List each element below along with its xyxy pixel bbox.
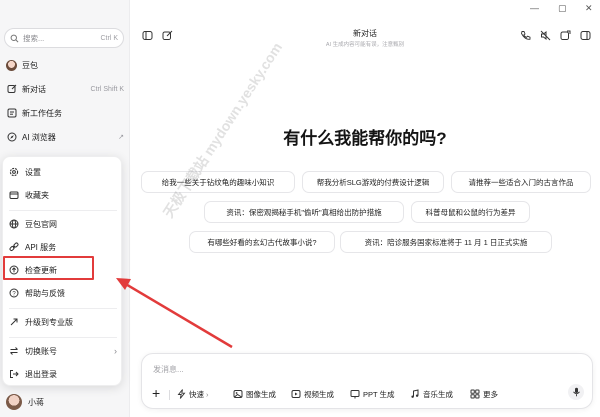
suggestion-chip[interactable]: 科普母鼠和公鼠的行为差异 xyxy=(411,201,530,223)
tool-music-gen[interactable]: 音乐生成 xyxy=(410,387,453,401)
menu-item-label: API 服务 xyxy=(25,242,57,252)
search-shortcut: Ctrl K xyxy=(100,34,119,42)
microphone-button[interactable] xyxy=(568,384,584,400)
menu-item-upgrade[interactable]: 升级到专业版 xyxy=(9,312,117,332)
message-composer: 发消息... + 快速 › 图像生成 视频生成 PPT 生成 音乐生成 更多 xyxy=(141,353,593,409)
menu-divider xyxy=(9,308,117,309)
user-name: 小蒋 xyxy=(28,397,44,407)
suggestion-chip[interactable]: 有哪些好看的玄幻古代故事小说? xyxy=(189,231,335,253)
globe-icon xyxy=(9,219,19,229)
user-avatar xyxy=(6,394,22,410)
close-button[interactable]: ✕ xyxy=(585,3,593,14)
sidebar-item-label: 豆包 xyxy=(22,60,38,70)
tool-image-gen[interactable]: 图像生成 xyxy=(233,387,276,401)
header: — ▢ ✕ 新对话 AI 生成内容可能有误，注意甄别 xyxy=(130,0,600,48)
image-icon xyxy=(233,389,243,399)
tool-label: 视频生成 xyxy=(304,389,334,399)
menu-item-switch-account[interactable]: 切换账号 › xyxy=(9,341,117,361)
chevron-right-icon: › xyxy=(206,389,209,399)
tool-label: 图像生成 xyxy=(246,389,276,399)
tool-ppt-gen[interactable]: PPT 生成 xyxy=(350,387,395,401)
help-icon: ? xyxy=(9,288,19,298)
tool-label: 更多 xyxy=(483,389,498,399)
maximize-button[interactable]: ▢ xyxy=(558,3,567,14)
video-icon xyxy=(291,389,301,399)
menu-item-label: 退出登录 xyxy=(25,369,57,379)
favorites-icon xyxy=(9,190,19,200)
sidebar-item-new-chat[interactable]: 新对话 Ctrl Shift K xyxy=(6,80,124,98)
menu-item-label: 帮助与反馈 xyxy=(25,288,65,298)
tool-label: 音乐生成 xyxy=(423,389,453,399)
gear-icon xyxy=(9,167,19,177)
tool-label: PPT 生成 xyxy=(363,389,395,399)
toolbar-divider xyxy=(169,390,170,400)
music-icon xyxy=(410,389,420,399)
tool-label: 快速 xyxy=(189,389,204,399)
menu-item-label: 设置 xyxy=(25,167,41,177)
menu-item-website[interactable]: 豆包官网 xyxy=(9,214,117,234)
suggestion-chip[interactable]: 资讯：陪诊服务国家标准将于 11 月 1 日正式实施 xyxy=(340,231,552,253)
upgrade-icon xyxy=(9,317,19,327)
ppt-icon xyxy=(350,389,360,399)
search-placeholder: 搜索... xyxy=(23,33,45,43)
sidebar-item-label: AI 浏览器 xyxy=(22,132,56,142)
switch-icon xyxy=(9,346,19,356)
window-icon[interactable] xyxy=(580,30,591,41)
menu-item-label: 豆包官网 xyxy=(25,219,57,229)
grid-icon xyxy=(470,389,480,399)
tool-fast-mode[interactable]: 快速 › xyxy=(176,387,209,401)
search-input[interactable]: 搜索... Ctrl K xyxy=(4,28,124,48)
welcome-heading: 有什么我能帮你的吗? xyxy=(283,129,447,148)
new-window-icon[interactable] xyxy=(560,30,571,41)
minimize-button[interactable]: — xyxy=(530,3,539,13)
menu-item-api[interactable]: API 服务 xyxy=(9,237,117,257)
sidebar-item-label: 新工作任务 xyxy=(22,108,62,118)
tool-more[interactable]: 更多 xyxy=(470,387,498,401)
suggestion-chip[interactable]: 帮我分析SLG游戏的付费设计逻辑 xyxy=(302,171,444,193)
menu-item-favorites[interactable]: 收藏夹 xyxy=(9,185,117,205)
menu-divider xyxy=(9,337,117,338)
new-chat-icon xyxy=(6,84,17,95)
plus-icon[interactable]: + xyxy=(152,385,160,401)
sidebar-item-ai-browser[interactable]: AI 浏览器 ↗ xyxy=(6,128,124,146)
sidebar-item-doubao[interactable]: 豆包 xyxy=(6,56,124,74)
menu-item-help[interactable]: ? 帮助与反馈 xyxy=(9,283,117,303)
tool-video-gen[interactable]: 视频生成 xyxy=(291,387,334,401)
menu-item-label: 切换账号 xyxy=(25,346,57,356)
menu-item-label: 收藏夹 xyxy=(25,190,49,200)
new-chat-shortcut: Ctrl Shift K xyxy=(90,85,124,93)
phone-icon[interactable] xyxy=(520,30,531,41)
highlight-box xyxy=(3,256,94,280)
menu-divider xyxy=(9,210,117,211)
suggestion-chip[interactable]: 资讯：保密观揭秘手机"偷听"真相给出防护措施 xyxy=(204,201,404,223)
menu-item-settings[interactable]: 设置 xyxy=(9,162,117,182)
suggestion-chip[interactable]: 给我一些关于钻纹龟的趣味小知识 xyxy=(141,171,295,193)
chevron-right-icon: › xyxy=(114,346,117,356)
lightning-icon xyxy=(176,389,186,399)
suggestion-chip[interactable]: 请推荐一些适合入门的古言作品 xyxy=(451,171,591,193)
menu-item-label: 升级到专业版 xyxy=(25,317,73,327)
external-link-icon: ↗ xyxy=(118,134,124,141)
user-profile[interactable]: 小蒋 xyxy=(6,394,44,410)
microphone-icon xyxy=(572,387,580,397)
compass-icon xyxy=(6,132,17,143)
logout-icon xyxy=(9,369,19,379)
doubao-avatar-icon xyxy=(6,59,17,71)
page-subtitle: AI 生成内容可能有误，注意甄别 xyxy=(325,42,405,48)
link-icon xyxy=(9,242,19,252)
search-icon xyxy=(10,34,19,42)
message-input[interactable]: 发消息... xyxy=(153,364,184,375)
menu-item-logout[interactable]: 退出登录 xyxy=(9,364,117,384)
sidebar-item-label: 新对话 xyxy=(22,84,46,94)
mute-icon[interactable] xyxy=(540,30,551,41)
task-icon xyxy=(6,108,17,119)
sidebar-item-new-task[interactable]: 新工作任务 xyxy=(6,104,124,122)
